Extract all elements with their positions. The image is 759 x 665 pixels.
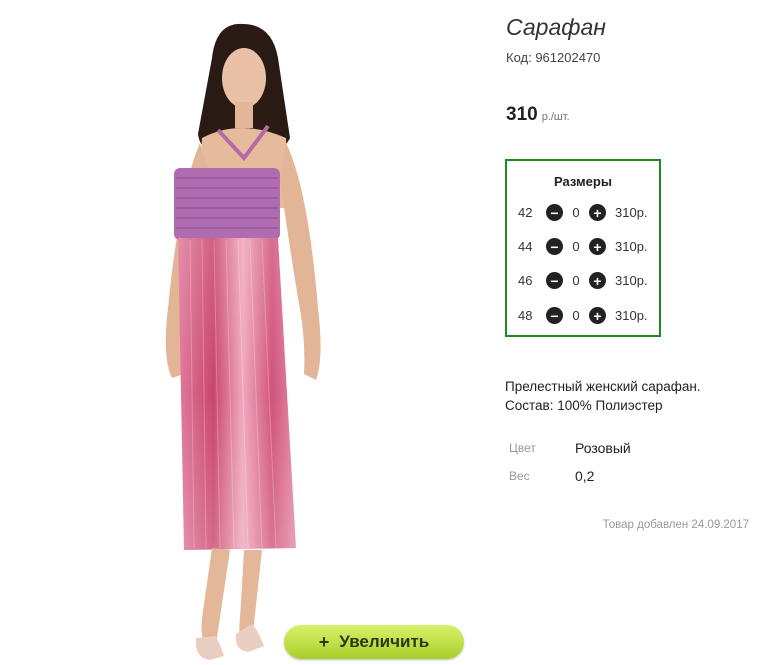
size-price: 310р. xyxy=(615,239,648,254)
size-quantity: 0 xyxy=(572,239,580,254)
minus-icon[interactable]: − xyxy=(546,307,563,324)
size-price: 310р. xyxy=(615,205,648,220)
zoom-button[interactable]: + Увеличить xyxy=(284,625,464,659)
product-description: Прелестный женский сарафан. Состав: 100%… xyxy=(505,377,701,415)
zoom-button-label: Увеличить xyxy=(339,632,430,651)
description-line: Прелестный женский сарафан. xyxy=(505,379,701,394)
minus-icon[interactable]: − xyxy=(546,272,563,289)
plus-icon[interactable]: + xyxy=(589,238,606,255)
product-title: Сарафан xyxy=(506,14,606,40)
sizes-panel: Размеры 42 − 0 + 310р. 44 − 0 + 310р. 46… xyxy=(505,159,661,337)
plus-icon[interactable]: + xyxy=(589,307,606,324)
size-row: 44 − 0 + 310р. xyxy=(518,238,648,255)
weight-label: Вес xyxy=(509,469,530,483)
color-label: Цвет xyxy=(509,441,536,455)
sizes-title: Размеры xyxy=(554,174,612,189)
size-row: 42 − 0 + 310р. xyxy=(518,204,648,221)
product-photo[interactable] xyxy=(140,18,360,663)
description-line: Состав: 100% Полиэстер xyxy=(505,398,663,413)
size-price: 310р. xyxy=(615,273,648,288)
plus-icon[interactable]: + xyxy=(589,272,606,289)
size-label: 46 xyxy=(518,273,533,288)
date-added: Товар добавлен 24.09.2017 xyxy=(602,519,749,531)
size-label: 42 xyxy=(518,205,533,220)
product-code: Код: 961202470 xyxy=(506,50,601,65)
price-value: 310 xyxy=(506,104,538,125)
size-row: 46 − 0 + 310р. xyxy=(518,272,648,289)
plus-icon: + xyxy=(318,631,330,652)
price-unit: р./шт. xyxy=(541,111,570,123)
size-row: 48 − 0 + 310р. xyxy=(518,307,648,324)
size-label: 48 xyxy=(518,308,533,323)
dress-model-image xyxy=(165,23,321,660)
size-quantity: 0 xyxy=(572,205,580,220)
size-quantity: 0 xyxy=(572,273,580,288)
color-value: Розовый xyxy=(575,440,631,456)
size-price: 310р. xyxy=(615,308,648,323)
minus-icon[interactable]: − xyxy=(546,204,563,221)
size-quantity: 0 xyxy=(572,308,580,323)
minus-icon[interactable]: − xyxy=(546,238,563,255)
product-price: 310 р./шт. xyxy=(506,104,570,126)
plus-icon[interactable]: + xyxy=(589,204,606,221)
weight-value: 0,2 xyxy=(575,468,595,484)
size-label: 44 xyxy=(518,239,533,254)
